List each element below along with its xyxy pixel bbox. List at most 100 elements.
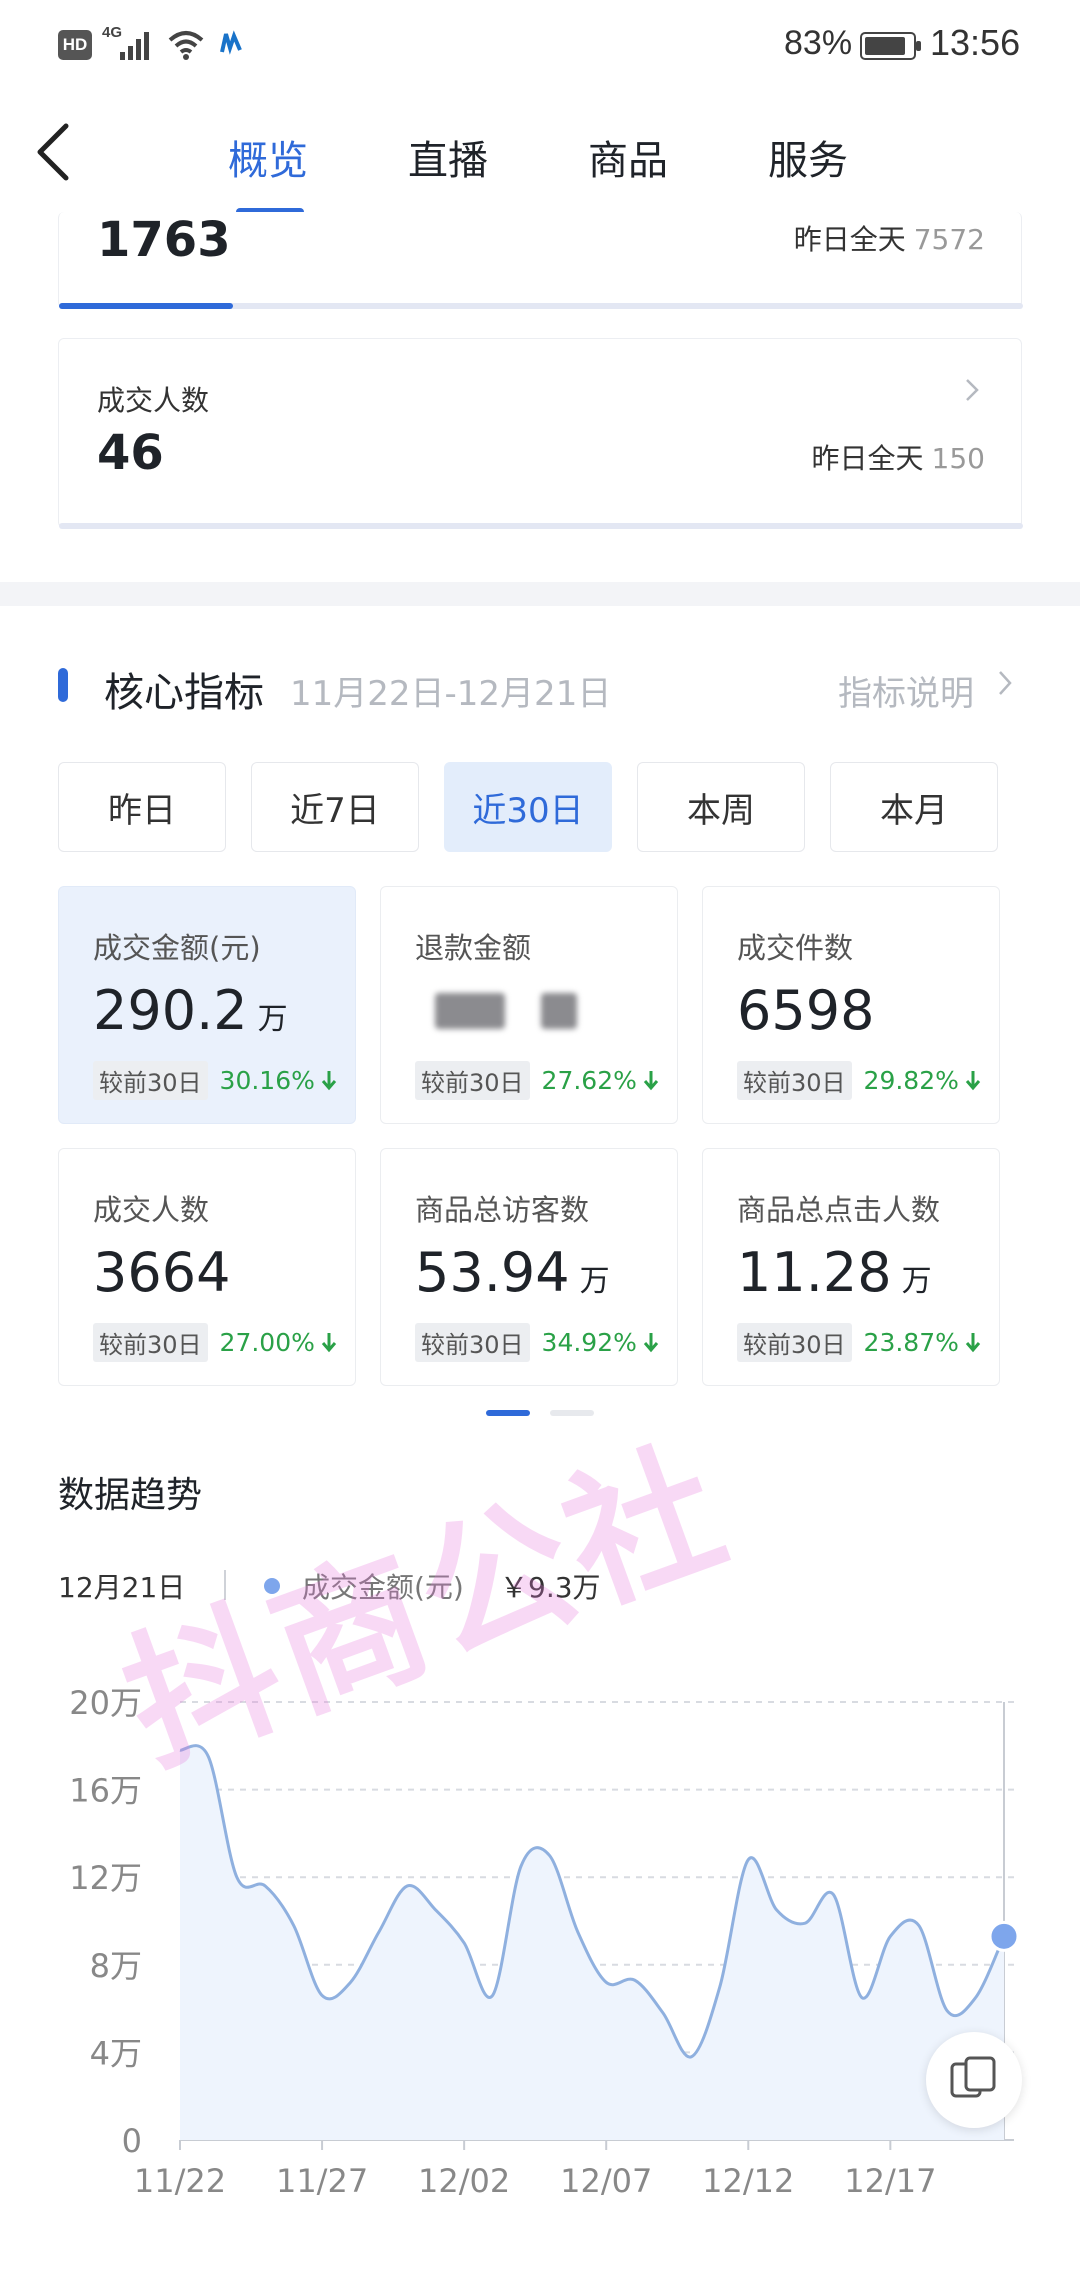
- legend-dot: [264, 1578, 280, 1594]
- x-tick-label: 12/12: [702, 2162, 794, 2200]
- metric-help-link[interactable]: 指标说明: [838, 666, 974, 715]
- compare-tag: 较前30日: [93, 1322, 208, 1362]
- metric-card-refund[interactable]: 退款金额 较前30日 27.62%: [380, 886, 678, 1124]
- compare-tag: 较前30日: [737, 1060, 852, 1100]
- period-7-days[interactable]: 近7日: [251, 762, 419, 852]
- metric-card-items-sold[interactable]: 成交件数 6598 较前30日 29.82%: [702, 886, 1000, 1124]
- tab-overview[interactable]: 概览: [228, 128, 308, 186]
- metric-label: 退款金额: [415, 931, 532, 965]
- compare-tag: 较前30日: [737, 1322, 852, 1362]
- metric-compare: 较前30日 34.92%: [415, 1322, 659, 1362]
- status-bar: HD 4G 83% 13:56: [0, 0, 1080, 92]
- yesterday-total: 昨日全天 150: [811, 442, 985, 475]
- redacted-value: [541, 993, 577, 1029]
- page-indicator-active: [486, 1410, 530, 1416]
- battery-icon: [860, 32, 921, 60]
- y-tick-label: 20万: [69, 1684, 142, 1722]
- period-yesterday[interactable]: 昨日: [58, 762, 226, 852]
- metric-card-product-visitors[interactable]: 商品总访客数 53.94 万 较前30日 34.92%: [380, 1148, 678, 1386]
- metric-label: 商品总访客数: [415, 1193, 590, 1227]
- app-screen: HD 4G 83% 13:56 概览 直播 商品 服务 1763 昨日全天 75…: [0, 0, 1080, 2280]
- arrow-down-icon: [965, 1071, 981, 1091]
- date-range: 11月22日-12月21日: [290, 674, 612, 714]
- arrow-down-icon: [321, 1071, 337, 1091]
- section-accent-bar: [58, 668, 68, 702]
- change-percent: 27.00%: [219, 1327, 315, 1357]
- metric-card-buyers[interactable]: 成交人数 3664 较前30日 27.00%: [58, 1148, 356, 1386]
- metric-compare: 较前30日 27.00%: [93, 1322, 337, 1362]
- period-this-week[interactable]: 本周: [637, 762, 805, 852]
- x-tick-label: 12/02: [418, 2162, 510, 2200]
- metric-value: 3664: [93, 1241, 231, 1304]
- compare-float-button[interactable]: [926, 2032, 1022, 2128]
- metric-value: 6598: [737, 979, 875, 1042]
- tab-service[interactable]: 服务: [768, 128, 848, 186]
- metric-label: 成交金额(元): [93, 931, 261, 965]
- metric-compare: 较前30日 30.16%: [93, 1060, 337, 1100]
- change-percent: 27.62%: [541, 1065, 637, 1095]
- trend-chart[interactable]: 0 4万 8万 12万 16万 20万 11/22 11/27 12/02 12/07 12/12 1…: [0, 1646, 1080, 2246]
- change-percent: 30.16%: [219, 1065, 315, 1095]
- period-this-month[interactable]: 本月: [830, 762, 998, 852]
- metric-label: 商品总点击人数: [737, 1193, 941, 1227]
- metric-value: 290.2 万: [93, 979, 288, 1042]
- chevron-right-icon: [966, 379, 979, 401]
- summary-card-buyers[interactable]: 成交人数 46 昨日全天 150: [58, 338, 1023, 529]
- y-tick-label: 0: [122, 2122, 142, 2160]
- clock: 13:56: [930, 22, 1021, 63]
- selected-point-marker: [988, 1920, 1020, 1952]
- y-tick-label: 16万: [69, 1772, 142, 1810]
- summary-value: 46: [97, 425, 164, 481]
- summary-progress-bar: [59, 523, 1023, 529]
- progress-fill: [59, 303, 233, 309]
- compare-tag: 较前30日: [415, 1322, 530, 1362]
- trend-selected-date: 12月21日: [58, 1571, 186, 1604]
- arrow-down-icon: [965, 1333, 981, 1353]
- metric-card-gmv[interactable]: 成交金额(元) 290.2 万 较前30日 30.16%: [58, 886, 356, 1124]
- arrow-down-icon: [321, 1333, 337, 1353]
- tab-live[interactable]: 直播: [408, 128, 488, 186]
- chevron-right-icon[interactable]: [994, 666, 1016, 700]
- summary-card-visitors[interactable]: 1763 昨日全天 7572: [58, 212, 1023, 309]
- redacted-value: [435, 993, 505, 1029]
- compare-tag: 较前30日: [93, 1060, 208, 1100]
- arrow-down-icon: [643, 1333, 659, 1353]
- summary-label: 成交人数: [97, 384, 210, 417]
- battery-percentage: 83%: [784, 24, 853, 62]
- yesterday-total: 昨日全天 7572: [793, 223, 985, 256]
- copy-compare-icon: [950, 2056, 996, 2098]
- change-percent: 23.87%: [863, 1327, 959, 1357]
- x-tick-label: 12/07: [560, 2162, 652, 2200]
- metric-compare: 较前30日 27.62%: [415, 1060, 659, 1100]
- app-notification-icon: [220, 30, 242, 55]
- trend-title: 数据趋势: [58, 1475, 203, 1516]
- section-title: 核心指标: [104, 670, 264, 716]
- x-tick-label: 11/27: [276, 2162, 368, 2200]
- x-tick-label: 12/17: [844, 2162, 936, 2200]
- wifi-icon: [168, 31, 204, 60]
- compare-tag: 较前30日: [415, 1060, 530, 1100]
- arrow-down-icon: [643, 1071, 659, 1091]
- series-area: [180, 1745, 1004, 2140]
- metric-value: 53.94 万: [415, 1241, 610, 1304]
- back-arrow-icon[interactable]: [30, 120, 82, 184]
- y-tick-label: 4万: [90, 2034, 142, 2072]
- metric-compare: 较前30日 29.82%: [737, 1060, 981, 1100]
- x-tick-label: 11/22: [134, 2162, 226, 2200]
- signal-icon: [120, 32, 149, 60]
- trend-series-label: 成交金额(元): [302, 1571, 464, 1604]
- metric-label: 成交件数: [737, 931, 854, 965]
- metric-compare: 较前30日 23.87%: [737, 1322, 981, 1362]
- y-tick-label: 8万: [90, 1947, 142, 1985]
- metric-label: 成交人数: [93, 1193, 210, 1227]
- change-percent: 29.82%: [863, 1065, 959, 1095]
- divider: [224, 1570, 226, 1600]
- page-indicator-inactive: [550, 1410, 594, 1416]
- change-percent: 34.92%: [541, 1327, 637, 1357]
- tab-products[interactable]: 商品: [588, 128, 668, 186]
- summary-progress-bar: [59, 303, 1023, 309]
- metric-card-product-clicks[interactable]: 商品总点击人数 11.28 万 较前30日 23.87%: [702, 1148, 1000, 1386]
- summary-section: 1763 昨日全天 7572 成交人数 46 昨日全天 150: [0, 212, 1080, 582]
- period-30-days[interactable]: 近30日: [444, 762, 612, 852]
- trend-selected-value: ￥9.3万: [500, 1571, 601, 1604]
